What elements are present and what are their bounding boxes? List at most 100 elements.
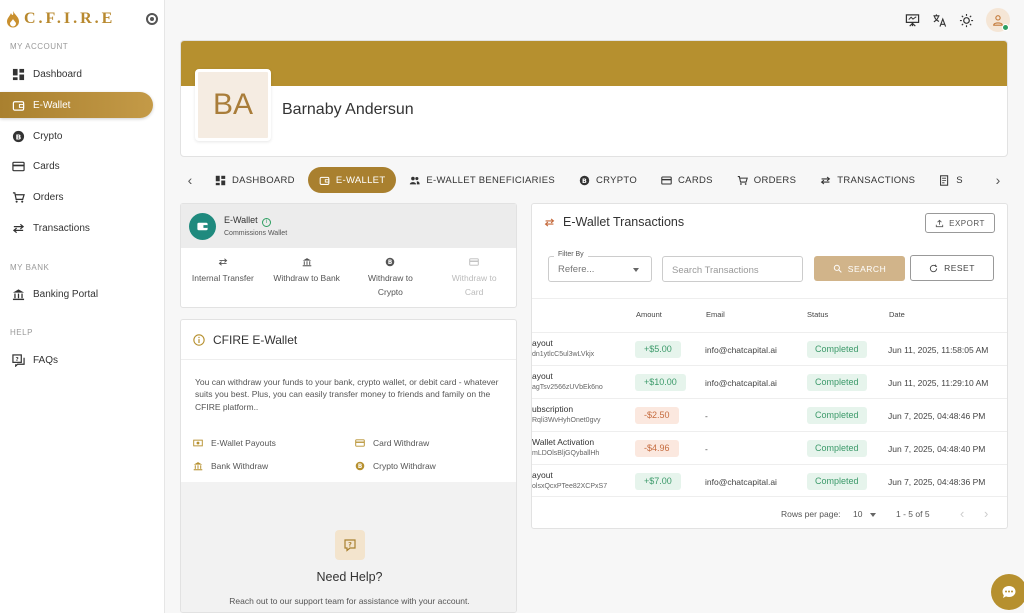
tx-email: info@chatcapital.ai <box>705 477 777 487</box>
sidebar-item-crypto[interactable]: B Crypto <box>0 123 153 149</box>
sidebar-item-cards[interactable]: Cards <box>0 153 153 179</box>
wallet-title: E-Wallet <box>224 215 258 225</box>
section-help: HELP <box>10 328 33 337</box>
sidebar-item-label: E-Wallet <box>33 99 71 111</box>
tab-e-wallet[interactable]: E-WALLET <box>307 167 397 193</box>
feature-crypto-withdraw: B Crypto Withdraw <box>355 461 436 471</box>
tab-truncated[interactable]: S <box>928 167 974 193</box>
internal-transfer-button[interactable]: Internal Transfer <box>181 248 265 308</box>
sidebar-item-label: Orders <box>33 191 64 203</box>
tx-ref: Rqli3WvHyhOnet0gvy <box>532 417 601 424</box>
credit-card-icon <box>355 439 365 447</box>
bank-icon <box>193 462 203 471</box>
document-icon <box>940 174 949 186</box>
rows-per-page-select[interactable]: 10 <box>853 509 862 519</box>
tx-email: - <box>705 444 708 454</box>
tx-date: Jun 7, 2025, 04:48:46 PM <box>888 411 986 421</box>
feature-label: Bank Withdraw <box>211 461 269 471</box>
table-row[interactable]: Wallet Activation mLDOlsBljGQyballHh -$4.… <box>532 431 1007 464</box>
status-badge: Completed <box>807 374 867 391</box>
withdraw-to-crypto-button[interactable]: B Withdraw to Crypto <box>349 248 433 308</box>
chat-support-button[interactable] <box>991 574 1024 610</box>
sidebar-item-transactions[interactable]: Transactions <box>0 215 153 241</box>
column-date: Date <box>889 310 905 319</box>
search-icon <box>833 264 842 273</box>
sidebar-item-label: Dashboard <box>33 68 82 80</box>
tab-crypto[interactable]: B CRYPTO <box>568 167 648 193</box>
sidebar-item-orders[interactable]: Orders <box>0 184 153 210</box>
tx-type: ayout <box>532 338 553 348</box>
bitcoin-icon: B <box>579 175 590 185</box>
search-input[interactable]: Search Transactions <box>662 256 803 282</box>
section-my-bank: MY BANK <box>10 263 50 272</box>
table-row[interactable]: ayout olsxQcxPTee82XCPxS7 +$7.00 info@cha… <box>532 464 1007 497</box>
withdraw-to-card-button[interactable]: Withdraw to Card <box>432 248 516 308</box>
translate-icon[interactable] <box>932 13 947 28</box>
export-button[interactable]: EXPORT <box>925 213 995 233</box>
transactions-title: E-Wallet Transactions <box>563 215 685 229</box>
tx-ref: olsxQcxPTee82XCPxS7 <box>532 483 608 490</box>
sidebar-item-dashboard[interactable]: Dashboard <box>0 61 153 87</box>
transactions-card: E-Wallet Transactions EXPORT Refere... F… <box>531 203 1008 529</box>
pin-sidebar-icon[interactable] <box>146 13 158 25</box>
sidebar-item-faqs[interactable]: ? FAQs <box>0 347 153 373</box>
tx-amount: -$2.50 <box>635 407 679 424</box>
info-icon[interactable]: i <box>262 218 272 227</box>
sidebar-item-label: FAQs <box>33 354 59 366</box>
brand-logo[interactable]: C.F.I.R.E <box>6 10 115 28</box>
dashboard-icon <box>12 68 25 80</box>
wallet-icon <box>319 176 330 185</box>
credit-card-icon <box>469 258 479 266</box>
table-row[interactable]: ayout agTsv2566zUVbEk6no +$10.00 info@cha… <box>532 365 1007 398</box>
sidebar-item-label: Banking Portal <box>33 288 99 300</box>
search-button[interactable]: SEARCH <box>814 256 905 281</box>
bitcoin-icon: B <box>355 461 365 471</box>
prev-page-icon[interactable]: ‹ <box>960 506 964 521</box>
profile-card: BA Barnaby Andersun <box>180 40 1008 157</box>
tabs-scroll-right-icon[interactable]: › <box>988 172 1008 188</box>
theme-toggle-icon[interactable] <box>959 13 974 28</box>
dashboard-icon <box>215 175 226 185</box>
table-row[interactable]: ayout dn1ytlcC5ul3wLVkjx +$5.00 info@chat… <box>532 332 1007 365</box>
user-avatar[interactable] <box>986 8 1010 32</box>
status-badge: Completed <box>807 341 867 358</box>
presentation-icon[interactable] <box>905 13 920 28</box>
chevron-down-icon <box>870 513 876 517</box>
cart-icon <box>737 175 748 185</box>
help-title: Need Help? <box>316 570 383 584</box>
tx-type: ayout <box>532 470 553 480</box>
tab-label: E-WALLET <box>335 174 386 186</box>
section-my-account: MY ACCOUNT <box>10 42 69 51</box>
status-badge: Completed <box>807 473 867 490</box>
tab-orders[interactable]: ORDERS <box>726 167 807 193</box>
bitcoin-icon: B <box>386 257 395 267</box>
chevron-down-icon <box>633 268 639 272</box>
wallet-badge-icon <box>189 212 216 240</box>
swap-icon <box>821 176 831 184</box>
table-row[interactable]: ubscription Rqli3WvHyhOnet0gvy -$2.50 - C… <box>532 398 1007 431</box>
withdraw-to-bank-button[interactable]: Withdraw to Bank <box>265 248 349 308</box>
swap-icon <box>544 218 555 226</box>
top-bar <box>905 8 1010 32</box>
tab-transactions[interactable]: TRANSACTIONS <box>809 167 926 193</box>
cart-icon <box>12 191 25 203</box>
tab-cards[interactable]: CARDS <box>650 167 724 193</box>
tab-dashboard[interactable]: DASHBOARD <box>204 167 306 193</box>
tx-email: info@chatcapital.ai <box>705 378 777 388</box>
search-label: SEARCH <box>847 263 887 274</box>
next-page-icon[interactable]: › <box>984 506 988 521</box>
sidebar-item-e-wallet[interactable]: E-Wallet <box>0 92 153 118</box>
feature-e-wallet-payouts: E-Wallet Payouts <box>193 438 276 448</box>
reset-button[interactable]: RESET <box>910 255 994 281</box>
tab-e-wallet-beneficiaries[interactable]: E-WALLET BENEFICIARIES <box>398 167 566 193</box>
tx-type: Wallet Activation <box>532 437 595 447</box>
wallet-header[interactable]: E-Wallet i Commissions Wallet <box>181 204 516 248</box>
feature-label: E-Wallet Payouts <box>211 438 276 448</box>
tx-email: - <box>705 411 708 421</box>
sidebar-item-banking-portal[interactable]: Banking Portal <box>0 281 153 307</box>
wallet-subtitle: Commissions Wallet <box>224 230 288 237</box>
tx-amount: -$4.96 <box>635 440 679 457</box>
wallet-card: E-Wallet i Commissions Wallet Internal T… <box>180 203 517 308</box>
tabs-scroll-left-icon[interactable]: ‹ <box>180 172 200 188</box>
column-status: Status <box>807 310 829 319</box>
